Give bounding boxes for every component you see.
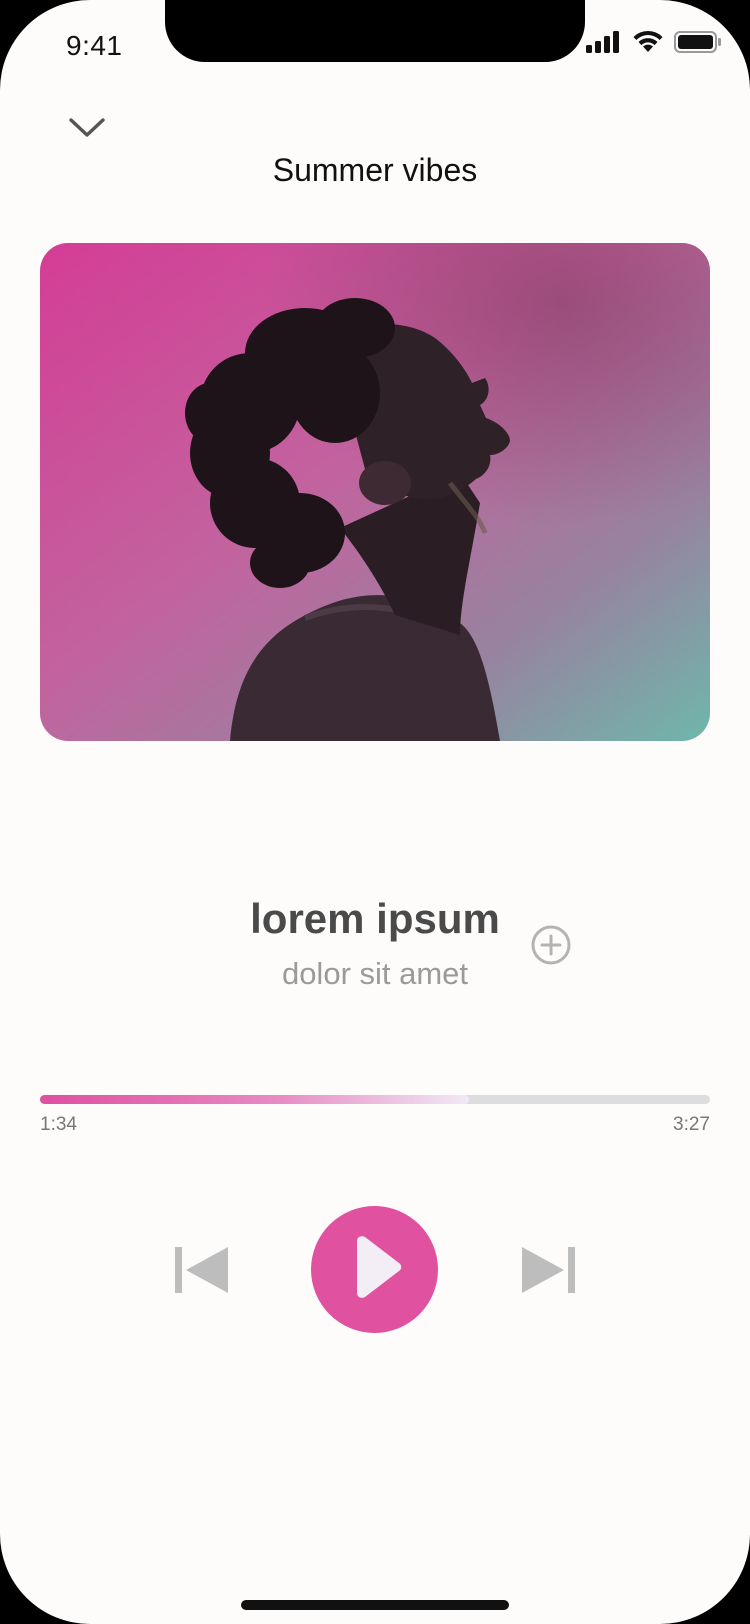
status-time: 9:41 (66, 30, 123, 61)
skip-previous-icon (172, 1247, 232, 1299)
player-screen: 9:41 Summer vibes lorem ipsum dolor sit … (0, 0, 750, 1624)
wifi-icon (632, 30, 664, 59)
progress-bar[interactable] (40, 1095, 710, 1104)
previous-track-button[interactable] (172, 1245, 232, 1295)
album-cover (40, 243, 710, 741)
cellular-signal-icon (586, 31, 622, 58)
battery-icon (674, 30, 722, 59)
elapsed-time: 1:34 (40, 1114, 77, 1135)
add-to-library-button[interactable] (530, 924, 572, 966)
device-notch (165, 0, 585, 62)
total-time: 3:27 (673, 1114, 710, 1135)
play-button[interactable] (311, 1206, 438, 1333)
track-artist: dolor sit amet (281, 956, 469, 991)
next-track-button[interactable] (518, 1245, 578, 1295)
chevron-down-icon (69, 117, 105, 144)
plus-circle-icon (530, 925, 572, 970)
play-icon (345, 1235, 405, 1304)
status-icons (586, 30, 722, 59)
track-title: lorem ipsum (250, 895, 500, 942)
skip-next-icon (518, 1247, 578, 1299)
collapse-player-button[interactable] (62, 112, 112, 148)
playlist-title: Summer vibes (272, 152, 478, 188)
home-indicator (241, 1600, 509, 1610)
progress-fill (40, 1095, 469, 1104)
